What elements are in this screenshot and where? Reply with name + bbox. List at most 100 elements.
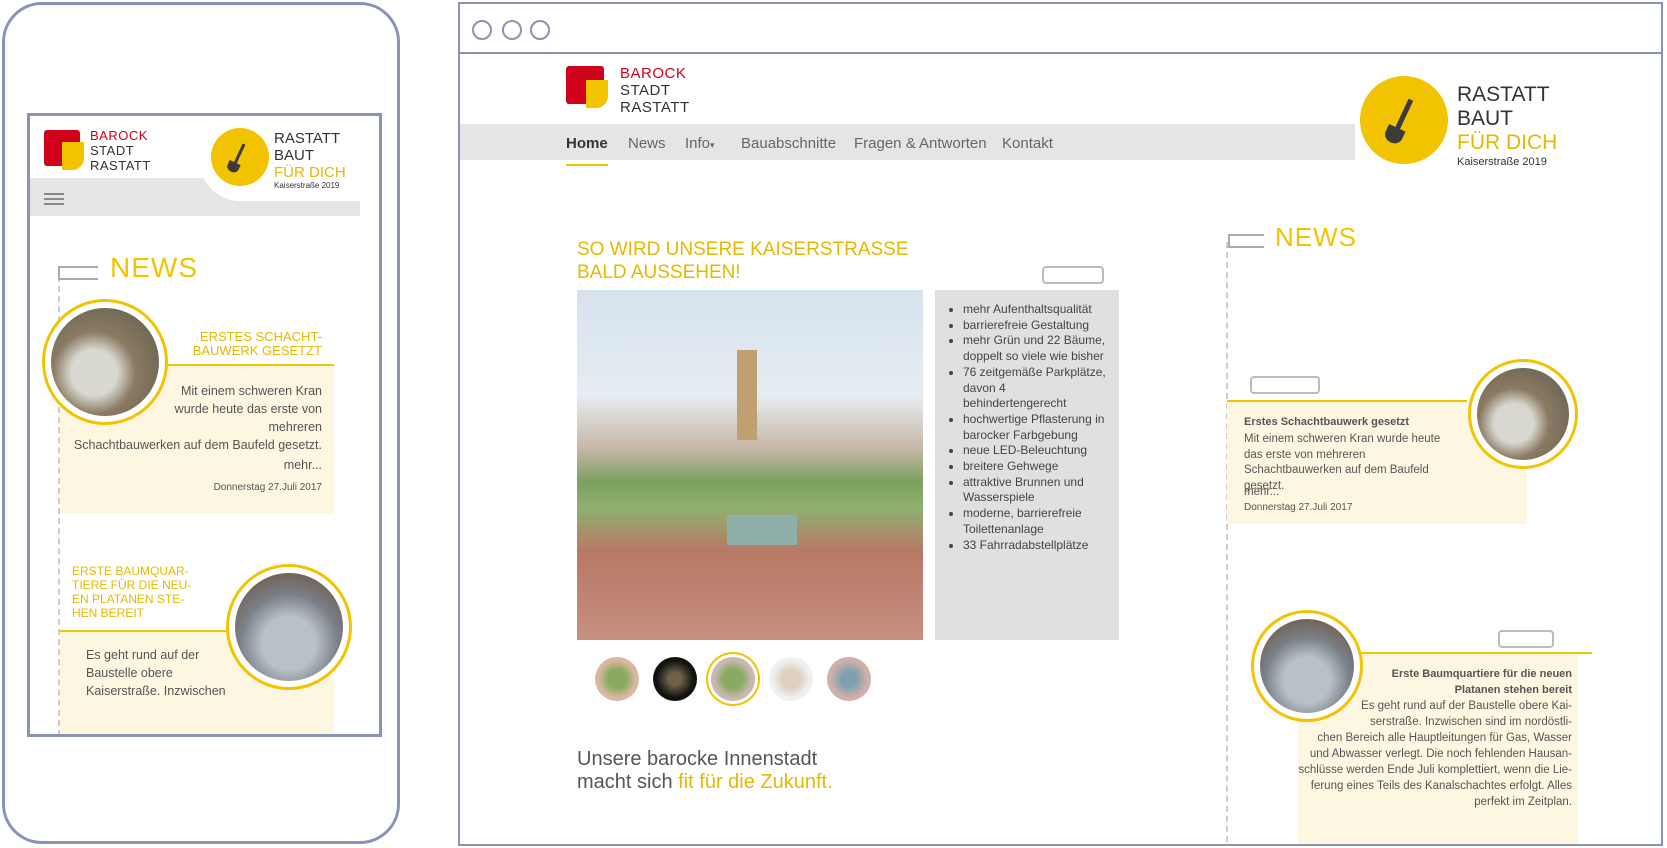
text-line: chen Bereich alle Hauptleitungen für Gas… <box>1317 732 1572 744</box>
text-line: Es geht rund auf der <box>86 648 200 662</box>
text-line: ferung eines Teils des Kanalschachtes er… <box>1310 780 1572 792</box>
window-dot-icon[interactable] <box>530 20 550 40</box>
title-line: EN PLATANEN STE- <box>72 592 185 606</box>
hero-title-line: SO WIRD UNSERE KAISERSTRASSE <box>577 239 909 260</box>
logo-rastatt: RASTATT <box>90 158 151 173</box>
gallery-thumb-5[interactable] <box>827 657 871 701</box>
nav-faq[interactable]: Fragen & Antworten <box>854 135 987 152</box>
hamburger-menu-icon[interactable] <box>44 193 64 205</box>
nav-info[interactable]: Info▾ <box>685 135 715 152</box>
news-title-1[interactable]: Erstes Schachtbauwerk gesetzt <box>1244 416 1409 428</box>
logo-barock: BAROCK <box>620 65 687 82</box>
logo-stadt: STADT <box>620 82 671 99</box>
text-line: wurde heute das erste von <box>174 402 322 416</box>
news-photo-shaft[interactable] <box>1468 359 1578 469</box>
news-heading: NEWS <box>1275 222 1357 252</box>
nav-news[interactable]: News <box>628 135 666 152</box>
tagline-highlight: fit für die Zukunft. <box>678 771 833 793</box>
text-line: Kaiserstraße. Inzwischen <box>86 684 226 698</box>
news-text-1: Mit einem schweren Kran wurde heute das … <box>1244 433 1441 492</box>
mobile-news-title-1[interactable]: ERSTES SCHACHT- BAUWERK GESETZT <box>170 330 322 358</box>
card-divider <box>1360 652 1592 654</box>
feature-item: hochwertige Pflasterung in barocker Farb… <box>963 412 1109 443</box>
logo-barock: BAROCK <box>90 128 148 143</box>
truck-icon <box>1042 266 1104 284</box>
feature-list-box: mehr Aufenthaltsqualität barrierefreie G… <box>935 290 1119 640</box>
title-line: BAUWERK GESETZT <box>192 343 322 358</box>
mobile-news-title-2[interactable]: ERSTE BAUMQUAR- TIERE FÜR DIE NEU- EN PL… <box>72 564 191 620</box>
window-dot-icon[interactable] <box>502 20 522 40</box>
title-line: Platanen stehen bereit <box>1454 684 1572 696</box>
tagline-part: macht sich <box>577 771 679 793</box>
barockstadt-logo-icon[interactable] <box>44 130 84 170</box>
text-line: Es geht rund auf der Baustelle obere Kai… <box>1361 700 1572 712</box>
campaign-sub: Kaiserstraße 2019 <box>274 181 340 190</box>
logo-stadt: STADT <box>90 143 135 158</box>
feature-item: neue LED-Beleuchtung <box>963 443 1109 459</box>
campaign-sub: Kaiserstraße 2019 <box>1457 156 1547 168</box>
shovel-icon <box>1360 76 1448 164</box>
arrow-icon <box>1228 234 1264 248</box>
text-line: Mit einem schweren Kran <box>180 384 322 398</box>
chevron-down-icon: ▾ <box>710 140 715 150</box>
title-line: TIERE FÜR DIE NEU- <box>72 578 192 592</box>
window-dot-icon[interactable] <box>472 20 492 40</box>
browser-window: BAROCK STADT RASTATT Home News Info▾ Bau… <box>458 2 1663 846</box>
feature-list: mehr Aufenthaltsqualität barrierefreie G… <box>945 302 1109 553</box>
nav-bauabschnitte[interactable]: Bauabschnitte <box>741 135 836 152</box>
shovel-icon <box>211 128 269 186</box>
phone-frame: BAROCK STADT RASTATT RASTATT BAUT FÜR DI… <box>2 2 400 844</box>
phone-screen: BAROCK STADT RASTATT RASTATT BAUT FÜR DI… <box>27 113 382 737</box>
feature-item: breitere Gehwege <box>963 459 1109 475</box>
title-line: HEN BEREIT <box>72 606 145 620</box>
news-photo-trees[interactable] <box>226 564 352 690</box>
tagline: Unsere barocke Innenstadt macht sich fit… <box>577 748 833 794</box>
timeline-line <box>1226 242 1228 844</box>
gallery-thumb-1[interactable] <box>595 657 639 701</box>
feature-item: barrierefreie Gestaltung <box>963 318 1109 334</box>
hero-title-line: BALD AUSSEHEN! <box>577 262 741 283</box>
text-line: serstraße. Inzwischen sind im nordöstli- <box>1370 716 1572 728</box>
news-text-2: Es geht rund auf der Baustelle obere Kai… <box>1280 698 1572 810</box>
fountain-pool <box>727 515 797 545</box>
barockstadt-logo-text[interactable]: BAROCK STADT RASTATT <box>620 65 690 116</box>
hero-image-kaiserstrasse[interactable] <box>577 290 923 640</box>
more-link[interactable]: mehr... <box>1244 486 1279 498</box>
news-date: Donnerstag 27.Juli 2017 <box>1244 502 1353 513</box>
nav-info-label: Info <box>685 135 711 152</box>
more-link[interactable]: mehr... <box>230 458 322 472</box>
campaign-line3: FÜR DICH <box>1457 131 1558 154</box>
gallery-thumb-2[interactable] <box>653 657 697 701</box>
feature-item: mehr Aufenthaltsqualität <box>963 302 1109 318</box>
church-tower <box>737 350 757 440</box>
campaign-line2: BAUT <box>1457 107 1514 130</box>
campaign-line3: FÜR DICH <box>274 164 346 181</box>
tagline-line1: Unsere barocke Innenstadt <box>577 748 818 770</box>
campaign-logo[interactable]: RASTATT BAUT FÜR DICH Kaiserstraße 2019 <box>274 130 346 191</box>
feature-item: 33 Fahrradabstellplätze <box>963 538 1109 554</box>
text-line: mehreren <box>268 420 323 434</box>
news-title-2[interactable]: Erste Baumquartiere für die neuen Platan… <box>1310 666 1572 698</box>
news-date: Donnerstag 27.Juli 2017 <box>213 482 322 493</box>
barockstadt-logo-icon[interactable] <box>566 66 608 108</box>
text-line: Schachtbauwerken auf dem Baufeld gesetzt… <box>73 438 322 452</box>
logo-rastatt: RASTATT <box>620 99 690 116</box>
nav-home[interactable]: Home <box>566 135 608 166</box>
hero-title: SO WIRD UNSERE KAISERSTRASSE BALD AUSSEH… <box>577 238 909 284</box>
arrow-icon <box>58 266 98 280</box>
mobile-news-text-1: Mit einem schweren Kran wurde heute das … <box>70 382 322 454</box>
feature-item: mehr Grün und 22 Bäume, doppelt so viele… <box>963 333 1109 364</box>
truck-icon <box>1498 630 1554 648</box>
gallery-thumb-3-active[interactable] <box>711 657 755 701</box>
text-line: perfekt im Zeitplan. <box>1474 796 1572 808</box>
campaign-logo[interactable]: RASTATT BAUT FÜR DICH Kaiserstraße 2019 <box>1457 83 1557 169</box>
barockstadt-logo-text[interactable]: BAROCK STADT RASTATT <box>90 128 151 173</box>
feature-item: 76 zeitgemäße Parkplätze, davon 4 behind… <box>963 365 1109 412</box>
title-line: Erste Baumquartiere für die neuen <box>1391 668 1572 680</box>
nav-kontakt[interactable]: Kontakt <box>1002 135 1053 152</box>
text-line: schlüsse werden Ende Juli komplettiert, … <box>1298 764 1572 776</box>
card-divider <box>160 364 334 366</box>
campaign-line1: RASTATT <box>1457 83 1550 106</box>
gallery-thumb-4[interactable] <box>769 657 813 701</box>
text-line: und Abwasser verlegt. Die noch fehlenden… <box>1309 748 1572 760</box>
